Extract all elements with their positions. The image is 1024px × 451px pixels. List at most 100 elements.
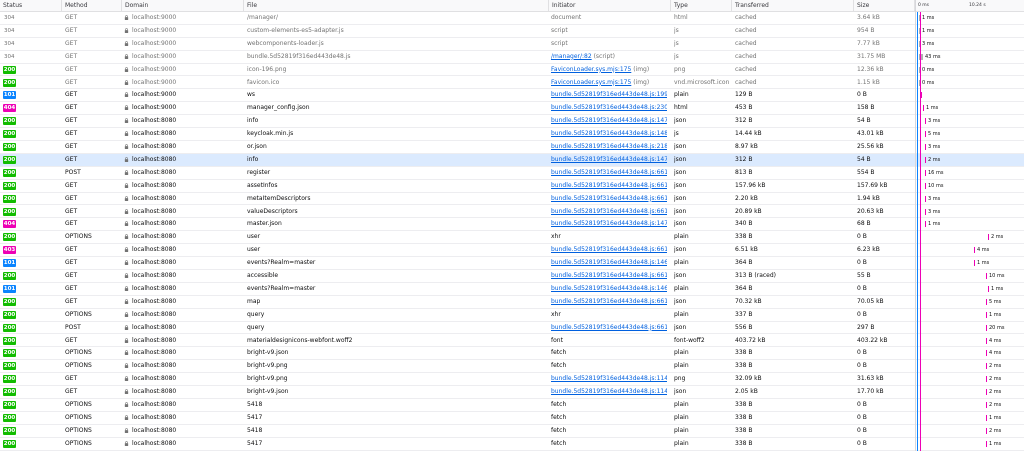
method-cell: POST — [65, 323, 81, 331]
initiator-text[interactable]: bundle.5d52819f316ed443de48.js:147450 — [551, 220, 667, 227]
request-row[interactable]: 200 OPTIONS localhost:8080 5417 fetch plain 33… — [0, 412, 1024, 425]
initiator-text[interactable]: bundle.5d52819f316ed443de48.js:146618 — [551, 285, 667, 292]
request-row[interactable]: 200 POST localhost:8080 query bundle.5d52819… — [0, 322, 1024, 335]
size-cell: 403.22 kB — [857, 336, 888, 344]
request-row[interactable]: 404 GET localhost:8080 master.json bundle.5d… — [0, 218, 1024, 232]
request-row[interactable]: 200 OPTIONS localhost:8080 bright-v9.png fet… — [0, 360, 1024, 374]
column-method[interactable]: Method — [62, 0, 122, 11]
size-cell: 554 B — [857, 168, 875, 176]
initiator-text[interactable]: /manager/:82 — [551, 53, 592, 60]
request-row[interactable]: 403 GET localhost:8080 user bundle.5d52819f3… — [0, 244, 1024, 258]
initiator-text[interactable]: bundle.5d52819f316ed443de48.js:147127 — [551, 117, 667, 124]
domain-cell: localhost:9000 — [124, 38, 244, 50]
initiator-text[interactable]: bundle.5d52819f316ed443de48.js:66155 — [551, 195, 667, 202]
initiator-text[interactable]: bundle.5d52819f316ed443de48.js:66155 — [551, 182, 667, 189]
initiator-cell[interactable]: /manager/:82 (script) — [551, 51, 667, 63]
request-row[interactable]: 200 GET localhost:8080 or.json bundle.5d5281… — [0, 141, 1024, 154]
initiator-cell[interactable]: bundle.5d52819f316ed443de48.js:147127 — [551, 115, 667, 127]
transferred-cell: cached — [735, 78, 757, 86]
request-row[interactable]: 200 OPTIONS localhost:8080 bright-v9.json fe… — [0, 347, 1024, 361]
initiator-text[interactable]: bundle.5d52819f316ed443de48.js:147127 — [551, 156, 667, 163]
request-row[interactable]: 200 GET localhost:8080 materialdesignicons-… — [0, 335, 1024, 348]
column-transferred[interactable]: Transferred — [732, 0, 854, 11]
initiator-cell[interactable]: bundle.5d52819f316ed443de48.js:66155 — [551, 193, 667, 205]
request-row[interactable]: 200 GET localhost:8080 info bundle.5d52819f3… — [0, 115, 1024, 129]
request-row[interactable]: 304 GET localhost:9000 bundle.5d52819f316ed… — [0, 51, 1024, 64]
column-status[interactable]: Status — [0, 0, 62, 11]
initiator-text[interactable]: bundle.5d52819f316ed443de48.js:199809 — [551, 91, 667, 98]
lock-icon — [124, 15, 129, 20]
initiator-cell[interactable]: FaviconLoader.sys.mjs:175 (img) — [551, 64, 667, 76]
initiator-cell[interactable]: bundle.5d52819f316ed443de48.js:114360 — [551, 386, 667, 398]
initiator-cell[interactable]: bundle.5d52819f316ed443de48.js:146618 — [551, 283, 667, 295]
request-row[interactable]: 200 GET localhost:9000 favicon.ico FaviconLo… — [0, 77, 1024, 90]
initiator-cell[interactable]: bundle.5d52819f316ed443de48.js:66155 — [551, 167, 667, 179]
type-cell: json — [674, 155, 687, 163]
initiator-text[interactable]: FaviconLoader.sys.mjs:175 — [551, 79, 631, 86]
initiator-text[interactable]: bundle.5d52819f316ed443de48.js:66155 — [551, 169, 667, 176]
column-domain[interactable]: Domain — [122, 0, 244, 11]
initiator-text[interactable]: bundle.5d52819f316ed443de48.js:114360 — [551, 388, 667, 395]
request-row[interactable]: 200 GET localhost:8080 metaItemDescriptors b… — [0, 193, 1024, 206]
domain-cell: localhost:9000 — [124, 102, 244, 114]
request-row[interactable]: 101 GET localhost:9000 ws bundle.5d52819f316… — [0, 89, 1024, 103]
domain-cell: localhost:9000 — [124, 77, 244, 89]
request-row[interactable]: 304 GET localhost:9000 custom-elements-es5-… — [0, 25, 1024, 38]
initiator-text[interactable]: bundle.5d52819f316ed443de48.js:114360 — [551, 375, 667, 382]
initiator-cell[interactable]: bundle.5d52819f316ed443de48.js:66155 — [551, 180, 667, 192]
initiator-cell[interactable]: bundle.5d52819f316ed443de48.js:146618 — [551, 257, 667, 269]
initiator-cell[interactable]: bundle.5d52819f316ed443de48.js:66155 — [551, 206, 667, 218]
initiator-cell[interactable]: bundle.5d52819f316ed443de48.js:114360 — [551, 373, 667, 385]
request-row[interactable]: 200 GET localhost:8080 keycloak.min.js bundl… — [0, 128, 1024, 141]
initiator-cell[interactable]: bundle.5d52819f316ed443de48.js:218729 — [551, 141, 667, 153]
column-type[interactable]: Type — [671, 0, 732, 11]
initiator-text[interactable]: bundle.5d52819f316ed443de48.js:66155 — [551, 246, 667, 253]
initiator-text[interactable]: bundle.5d52819f316ed443de48.js:146618 — [551, 259, 667, 266]
request-row[interactable]: 304 GET localhost:9000/manager/document htm… — [0, 12, 1024, 25]
initiator-cell[interactable]: bundle.5d52819f316ed443de48.js:66155 — [551, 270, 667, 282]
column-waterfall[interactable]: 0 ms 10.24 s — [915, 0, 1024, 11]
initiator-cause: (img) — [631, 65, 650, 73]
initiator-text[interactable]: bundle.5d52819f316ed443de48.js:218729 — [551, 143, 667, 150]
request-row[interactable]: 200 OPTIONS localhost:8080 5418 fetch plain 33… — [0, 399, 1024, 412]
initiator-cell[interactable]: bundle.5d52819f316ed443de48.js:148780 — [551, 128, 667, 140]
initiator-text[interactable]: bundle.5d52819f316ed443de48.js:66155 — [551, 272, 667, 279]
request-row[interactable]: 200 OPTIONS localhost:8080 user xhr plain 338 … — [0, 231, 1024, 245]
request-row[interactable]: 200 GET localhost:8080 accessible bundle.5d5… — [0, 270, 1024, 283]
column-size[interactable]: Size — [854, 0, 915, 11]
request-row[interactable]: 200 GET localhost:9000 icon-196.png FaviconL… — [0, 64, 1024, 77]
initiator-cell[interactable]: bundle.5d52819f316ed443de48.js:66155 — [551, 296, 667, 308]
request-row[interactable]: 101 GET localhost:8080 events?Realm=master b… — [0, 283, 1024, 296]
initiator-cell[interactable]: bundle.5d52819f316ed443de48.js:199809 — [551, 89, 667, 101]
request-row[interactable]: 200 GET localhost:8080 info bundle.5d52819f3… — [0, 153, 1024, 167]
request-row[interactable]: 404 GET localhost:9000 manager_config.json b… — [0, 102, 1024, 116]
request-row[interactable]: 200 OPTIONS localhost:8080 5418 fetch plain 33… — [0, 425, 1024, 438]
request-row[interactable]: 200 GET localhost:8080 map bundle.5d52819f31… — [0, 296, 1024, 309]
initiator-text[interactable]: bundle.5d52819f316ed443de48.js:230335 — [551, 104, 667, 111]
column-file[interactable]: File — [244, 0, 549, 11]
method-cell: GET — [65, 336, 78, 344]
initiator-text[interactable]: bundle.5d52819f316ed443de48.js:66155 — [551, 324, 667, 331]
initiator-cell[interactable]: bundle.5d52819f316ed443de48.js:66155 — [551, 244, 667, 256]
request-row[interactable]: 200 GET localhost:8080 assetInfos bundle.5d5… — [0, 180, 1024, 193]
initiator-cell[interactable]: bundle.5d52819f316ed443de48.js:230335 — [551, 102, 667, 114]
request-row[interactable]: 200 GET localhost:8080 bright-v9.json bundle… — [0, 386, 1024, 399]
request-row[interactable]: 200 POST localhost:8080 register bundle.5d52… — [0, 167, 1024, 180]
domain-cell: localhost:8080 — [124, 206, 244, 218]
request-row[interactable]: 200 GET localhost:8080 valueDescriptors bund… — [0, 206, 1024, 219]
initiator-text[interactable]: bundle.5d52819f316ed443de48.js:66155 — [551, 298, 667, 305]
request-row[interactable]: 200 OPTIONS localhost:8080 query xhr plain 337… — [0, 309, 1024, 322]
initiator-cell[interactable]: bundle.5d52819f316ed443de48.js:147127 — [551, 154, 667, 166]
column-initiator[interactable]: Initiator — [549, 0, 671, 11]
request-row[interactable]: 200 GET localhost:8080 bright-v9.png bundle.… — [0, 373, 1024, 387]
request-row[interactable]: 304 GET localhost:9000 webcomponents-loader… — [0, 38, 1024, 51]
domain-text: localhost:9000 — [132, 39, 177, 47]
request-row[interactable]: 200 OPTIONS localhost:8080 5417 fetch plain 33… — [0, 438, 1024, 451]
initiator-text[interactable]: bundle.5d52819f316ed443de48.js:66155 — [551, 208, 667, 215]
initiator-cell[interactable]: bundle.5d52819f316ed443de48.js:66155 — [551, 322, 667, 334]
initiator-cell[interactable]: FaviconLoader.sys.mjs:175 (img) — [551, 77, 667, 89]
request-row[interactable]: 101 GET localhost:8080 events?Realm=master b… — [0, 257, 1024, 270]
initiator-cell[interactable]: bundle.5d52819f316ed443de48.js:147450 — [551, 218, 667, 230]
initiator-text[interactable]: FaviconLoader.sys.mjs:175 — [551, 66, 631, 73]
initiator-text[interactable]: bundle.5d52819f316ed443de48.js:148780 — [551, 130, 667, 137]
